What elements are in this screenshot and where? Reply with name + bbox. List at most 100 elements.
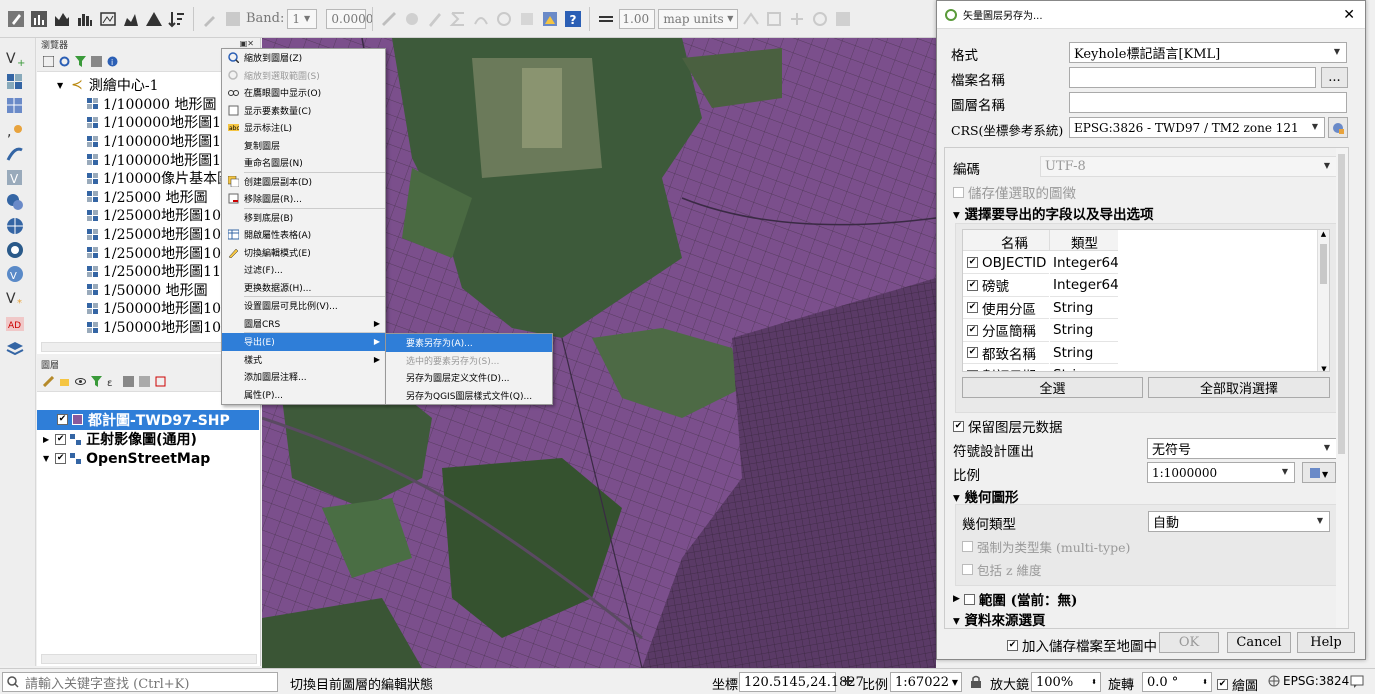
context-menu-item[interactable]: 复制圖层: [222, 137, 385, 155]
context-menu-item[interactable]: 创建圖层副本(D): [222, 173, 385, 191]
help-button[interactable]: Help: [1297, 632, 1355, 653]
add-wfs-icon[interactable]: [5, 240, 25, 260]
sigma-icon[interactable]: [448, 9, 468, 29]
field-checkbox[interactable]: ✔: [967, 347, 978, 358]
context-menu-item[interactable]: 切換編輯模式(E): [222, 244, 385, 262]
image-stretch-icon[interactable]: [98, 9, 118, 29]
context-menu-item[interactable]: 縮放到選取範圍(S): [222, 67, 385, 85]
force-multi-checkbox[interactable]: [962, 541, 973, 552]
bar-chart-icon[interactable]: [29, 9, 49, 29]
export-submenu-item[interactable]: 要素另存为(A)...: [386, 334, 552, 352]
select-all-button[interactable]: 全選: [962, 377, 1143, 398]
field-row-name[interactable]: ✔ 磅號: [963, 275, 1049, 297]
pen-icon[interactable]: [425, 9, 445, 29]
context-menu-item[interactable]: 開啟屬性表格(A): [222, 226, 385, 244]
collapse-all-icon[interactable]: [139, 376, 150, 387]
digitize-icon-1[interactable]: [741, 9, 761, 29]
add-layers-group-icon[interactable]: [5, 338, 25, 358]
deselect-all-button[interactable]: 全部取消選擇: [1148, 377, 1330, 398]
scale-picker-icon[interactable]: ▼: [1302, 462, 1336, 483]
scale-select[interactable]: 1:1000000 ▼: [1147, 462, 1295, 483]
histogram-icon[interactable]: [52, 9, 72, 29]
band-min-field[interactable]: 0.0000: [326, 8, 373, 29]
square-icon[interactable]: [223, 9, 243, 29]
magnifier-field[interactable]: 100% ⬍: [1031, 672, 1101, 692]
locator-search-input[interactable]: 請輸入关键字查找 (Ctrl+K): [2, 672, 278, 692]
context-menu-item[interactable]: 移除圖层(R)...: [222, 190, 385, 208]
messages-icon[interactable]: [1350, 674, 1364, 688]
lock-icon[interactable]: [970, 675, 982, 688]
context-menu-item[interactable]: 在鷹眼圖中显示(O): [222, 84, 385, 102]
context-menu-item[interactable]: 属性(P)...: [222, 386, 385, 404]
units-select[interactable]: map units ▼: [658, 8, 739, 29]
filename-input[interactable]: [1069, 67, 1316, 88]
context-menu-item[interactable]: 过滤(F)...: [222, 261, 385, 279]
extents-toggle-icon[interactable]: [842, 675, 854, 687]
include-z-option[interactable]: 包括 z 維度: [962, 560, 1042, 579]
rotation-field[interactable]: 0.0 ° ⬍: [1142, 672, 1212, 692]
field-row-name[interactable]: ✔ 都致名稱: [963, 342, 1049, 364]
field-row-name[interactable]: ✔ 分區簡稱: [963, 320, 1049, 342]
triangle-icon[interactable]: [144, 9, 164, 29]
keep-metadata-checkbox[interactable]: ✔: [953, 420, 964, 432]
field-row-name[interactable]: ✔劃訂日期: [963, 365, 1049, 371]
layer-row-osm[interactable]: ▼ ✔ OpenStreetMap: [37, 449, 260, 469]
stretch-histogram-icon[interactable]: [121, 9, 141, 29]
add-spatialite-icon[interactable]: [5, 144, 25, 164]
add-delimited-text-icon[interactable]: ,: [5, 120, 25, 140]
add-wms-icon[interactable]: [5, 192, 25, 212]
cancel-button[interactable]: Cancel: [1227, 632, 1291, 653]
style-panel-icon[interactable]: [43, 376, 54, 387]
export-submenu-item[interactable]: 选中的要素另存为(S)...: [386, 352, 552, 370]
keep-metadata-option[interactable]: ✔ 保留图层元数据: [953, 416, 1063, 436]
add-raster-icon[interactable]: [5, 72, 25, 92]
refresh-icon[interactable]: [59, 56, 70, 67]
layer-visibility-checkbox[interactable]: ✔: [57, 414, 68, 426]
histogram-bars-icon[interactable]: [75, 9, 95, 29]
move-label-icon[interactable]: [471, 9, 491, 29]
field-row-name[interactable]: ✔ 使用分區: [963, 297, 1049, 319]
expression-filter-icon[interactable]: ε: [107, 376, 118, 387]
browse-button[interactable]: ...: [1321, 67, 1348, 88]
add-ad-icon[interactable]: AD: [5, 314, 25, 334]
add-virtual-layer-icon[interactable]: V: [5, 168, 25, 188]
panel-close-icon[interactable]: ▣✕: [240, 39, 254, 48]
digitize-icon-3[interactable]: [787, 9, 807, 29]
export-submenu-item[interactable]: 另存为QGIS圖层樣式文件(Q)...: [386, 387, 552, 405]
info-icon[interactable]: i: [107, 56, 118, 67]
context-menu-item[interactable]: 樣式 ▶: [222, 351, 385, 369]
pencil-icon[interactable]: [6, 9, 26, 29]
sort-icon[interactable]: [167, 9, 187, 29]
geometry-section-header[interactable]: ▾ 幾何圖形: [953, 486, 1018, 506]
save-selected-option[interactable]: 儲存僅選取的圖徵: [953, 182, 1076, 202]
encoding-select[interactable]: UTF-8 ▼: [1040, 156, 1337, 177]
help-icon[interactable]: ?: [563, 9, 583, 29]
context-menu-item[interactable]: 更换数据源(H)...: [222, 279, 385, 297]
layers-scrollbar[interactable]: [41, 654, 257, 664]
band-select[interactable]: 1 ▼: [287, 8, 318, 29]
context-menu-item[interactable]: 显示要素数量(C): [222, 102, 385, 120]
remove-layer-icon[interactable]: [155, 376, 166, 387]
geomtype-select[interactable]: 自動 ▼: [1148, 511, 1330, 532]
export-submenu-item[interactable]: 另存为圖层定义文件(D)...: [386, 369, 552, 387]
fields-section-header[interactable]: ▾ 選擇要导出的字段以及导出选项: [953, 203, 1153, 223]
edit-node-icon[interactable]: [402, 9, 422, 29]
field-checkbox[interactable]: ✔: [967, 369, 978, 371]
filter-legend-icon[interactable]: [91, 376, 102, 387]
add-to-map-option[interactable]: ✔ 加入儲存檔案至地圖中: [1007, 635, 1157, 655]
field-checkbox[interactable]: ✔: [967, 257, 978, 268]
crs-select[interactable]: EPSG:3826 - TWD97 / TM2 zone 121 ▼: [1069, 117, 1325, 138]
context-menu-item[interactable]: 设置圖层可見比例(V)...: [222, 297, 385, 315]
collapse-icon[interactable]: [91, 56, 102, 67]
expand-arrow-icon[interactable]: ▼: [57, 81, 63, 90]
include-z-checkbox[interactable]: [962, 564, 973, 575]
format-select[interactable]: Keyhole標記語言[KML] ▼: [1069, 42, 1347, 63]
layer-row-selected[interactable]: ✔ 都計圖-TWD97-SHP: [37, 410, 259, 430]
add-to-map-checkbox[interactable]: ✔: [1007, 639, 1018, 651]
save-selected-checkbox[interactable]: [953, 186, 964, 198]
extent-checkbox[interactable]: [963, 593, 975, 605]
field-checkbox[interactable]: ✔: [967, 324, 978, 336]
coordinate-field[interactable]: 120.5145,24.1827: [739, 672, 864, 692]
symbology-select[interactable]: 无符号 ▼: [1147, 438, 1337, 459]
add-mesh-icon[interactable]: [5, 96, 25, 116]
